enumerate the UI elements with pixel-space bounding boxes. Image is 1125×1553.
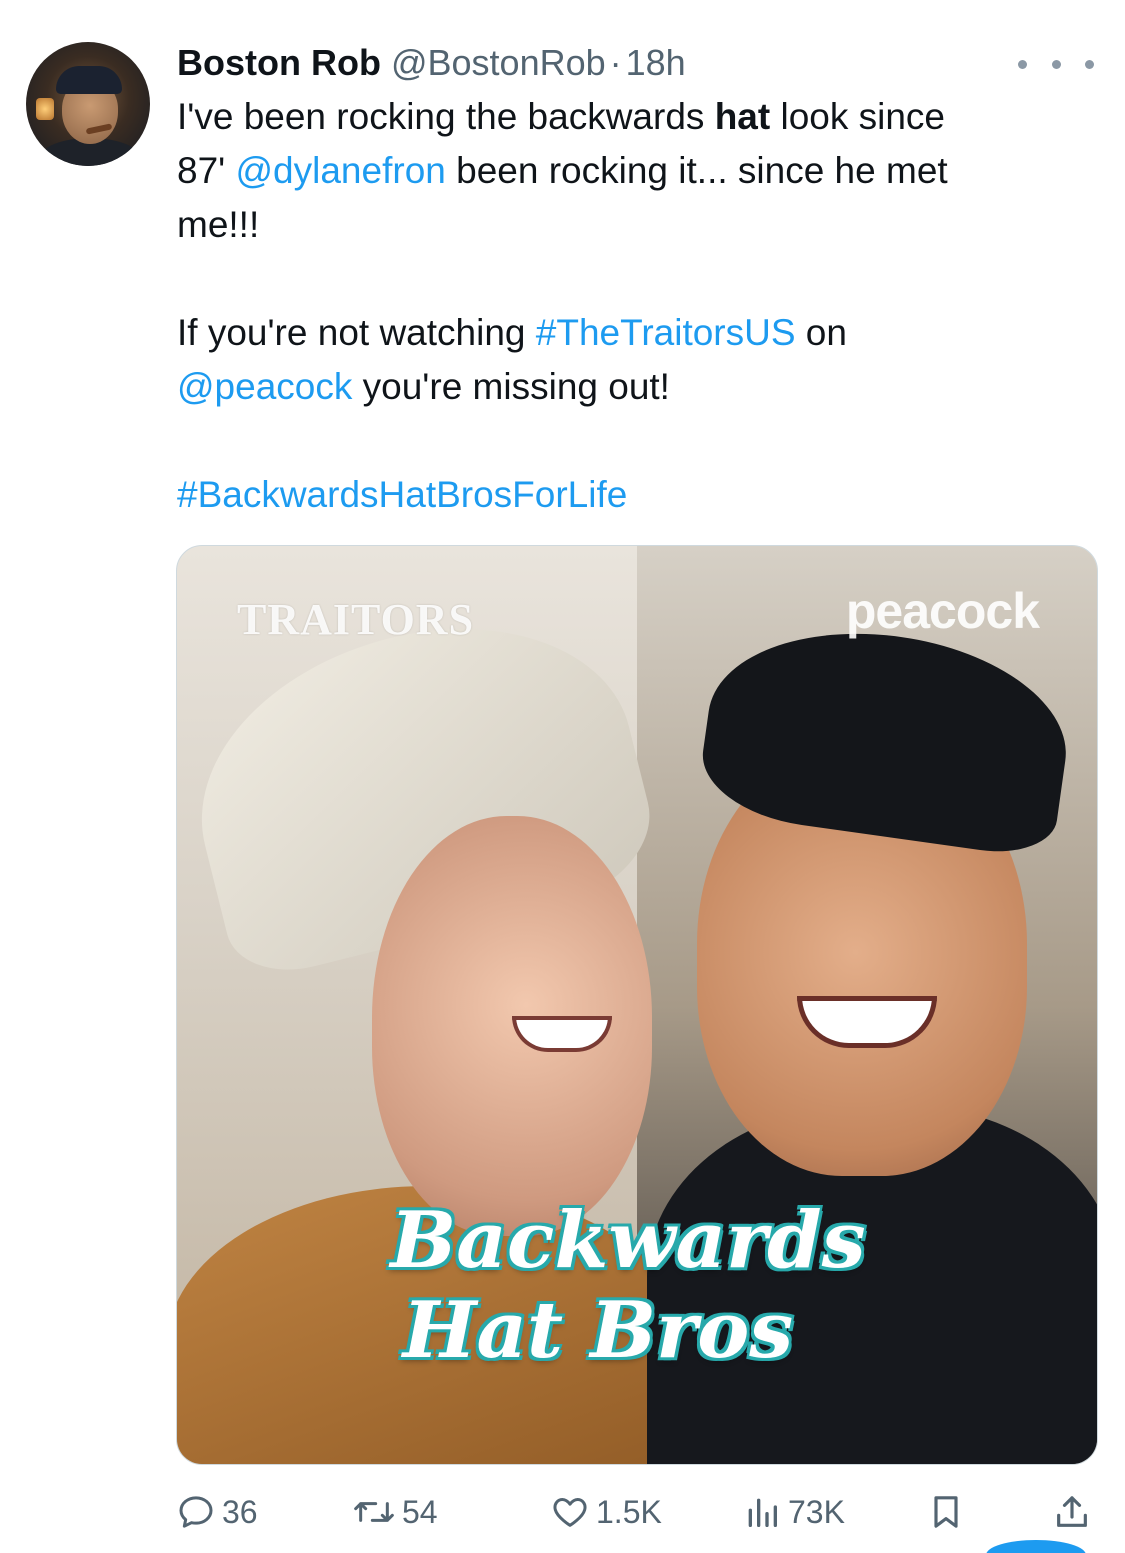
hashtag-link[interactable]: #TheTraitorsUS [536,312,796,353]
views-button[interactable]: 73K [742,1490,845,1534]
more-dot [1085,59,1094,69]
tweet-text-line: I've been rocking the backwards hat look… [177,92,945,142]
text-span: I've been rocking the backwards [177,96,715,137]
text-bold: hat [714,96,771,137]
text-span: If you're not watching [177,312,536,353]
retweet-button[interactable]: 54 [352,1490,438,1534]
peacock-logo: peacock [845,583,1040,639]
retweet-count: 54 [402,1493,438,1530]
reply-count: 36 [222,1493,258,1530]
author-handle[interactable]: @BostonRob [391,38,606,88]
text-span: look since [770,96,946,137]
image-caption-line1: Backwards [390,1195,866,1286]
reply-button[interactable]: 36 [176,1490,258,1534]
tweet-text-line: #BackwardsHatBrosForLife [177,470,627,520]
avatar-cap [56,66,122,94]
header-separator: · [609,42,622,83]
tweet-time[interactable]: 18h [626,38,686,88]
text-span: been rocking it... since he met [445,150,948,191]
traitors-logo: TRAITORS [237,595,475,644]
tweet-text-line: 87' @dylanefron been rocking it... since… [177,146,948,196]
text-span: you're missing out! [352,366,670,407]
compose-fab[interactable] [986,1540,1086,1553]
tweet-image[interactable]: TRAITORS peacock Backwards Hat Bros [176,545,1098,1465]
text-span: 87' [177,150,236,191]
tweet[interactable]: Boston Rob @BostonRob · 18h I've been ro… [0,0,1125,1553]
avatar[interactable] [26,42,150,166]
share-icon [1052,1492,1092,1532]
tweet-text-line: @peacock you're missing out! [177,362,670,412]
tweet-text-line: me!!! [177,200,259,250]
tweet-text-line: If you're not watching #TheTraitorsUS on [177,308,847,358]
share-button[interactable] [1052,1490,1092,1534]
action-bar: 36 54 1.5K 73K [0,1490,1125,1534]
image-caption-line2: Hat Bros [402,1285,794,1376]
like-count: 1.5K [596,1493,662,1530]
reply-icon [176,1492,216,1532]
hashtag-link[interactable]: #BackwardsHatBrosForLife [177,474,627,515]
more-dot [1018,59,1027,69]
views-icon [742,1492,782,1532]
text-span: me!!! [177,204,260,245]
like-button[interactable]: 1.5K [550,1490,662,1534]
bookmark-icon [926,1492,966,1532]
bookmark-button[interactable] [926,1490,966,1534]
mention-link[interactable]: @dylanefron [236,150,446,191]
retweet-icon [352,1492,396,1532]
author-name[interactable]: Boston Rob [177,38,381,88]
more-icon[interactable] [1018,52,1094,76]
mention-link[interactable]: @peacock [177,366,352,407]
more-dot [1051,59,1061,69]
text-span: on [795,312,847,353]
tweet-header: Boston Rob @BostonRob · 18h [177,38,686,88]
avatar-lamp [36,98,54,120]
like-icon [550,1492,590,1532]
views-count: 73K [788,1493,845,1530]
